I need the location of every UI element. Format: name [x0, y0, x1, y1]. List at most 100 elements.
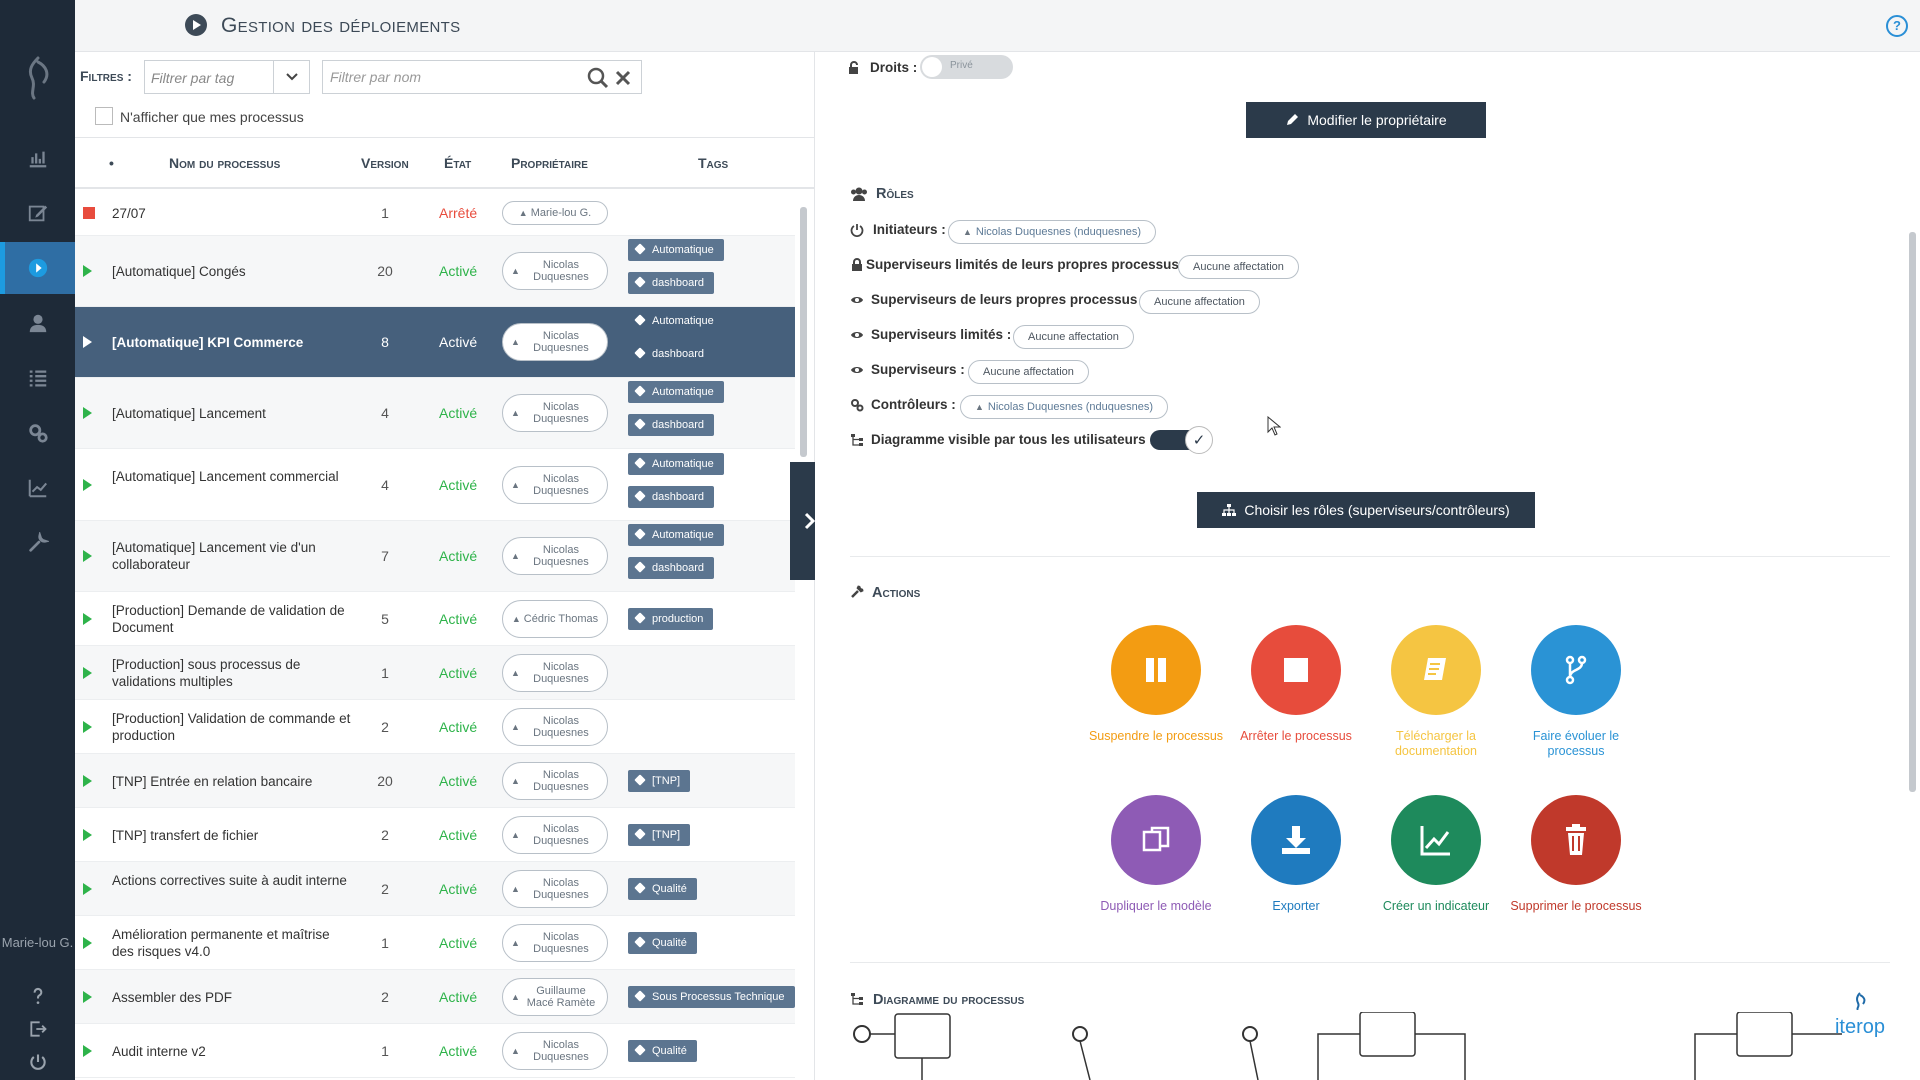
- table-row[interactable]: [Automatique] Lancement commercial 4 Act…: [75, 449, 795, 521]
- owner-pill[interactable]: ▲ Nicolas Duquesnes: [502, 466, 608, 504]
- owner-pill[interactable]: ▲ Guillaume Macé Ramète: [502, 978, 608, 1016]
- tag-badge[interactable]: Automatique: [628, 524, 724, 546]
- choose-roles-button[interactable]: Choisir les rôles (superviseurs/contrôle…: [1197, 492, 1535, 528]
- logout-icon[interactable]: [0, 1013, 75, 1045]
- tag-badge[interactable]: dashboard: [628, 414, 714, 436]
- table-row[interactable]: Actions correctives suite à audit intern…: [75, 862, 795, 916]
- dashboard-icon[interactable]: [0, 132, 75, 184]
- settings-icon[interactable]: [0, 407, 75, 459]
- column-name[interactable]: Nom du processus: [169, 155, 280, 171]
- help-button[interactable]: ?: [1886, 15, 1908, 37]
- role-value-pill[interactable]: Aucune affectation: [968, 360, 1089, 384]
- table-row[interactable]: [Production] Validation de commande et p…: [75, 700, 795, 754]
- table-row-selected[interactable]: [Automatique] KPI Commerce 8 Activé ▲ Nic…: [75, 307, 795, 378]
- chevron-down-icon[interactable]: [273, 61, 309, 93]
- column-owner[interactable]: Propriétaire: [511, 155, 588, 171]
- tag-badge[interactable]: dashboard: [628, 557, 714, 579]
- current-user[interactable]: Marie-lou G.: [0, 934, 75, 951]
- table-row[interactable]: [Automatique] Congés 20 Activé ▲ Nicolas …: [75, 236, 795, 307]
- delete-process-action[interactable]: Supprimer le processus: [1506, 795, 1646, 914]
- edit-icon[interactable]: [0, 187, 75, 239]
- tag-badge[interactable]: dashboard: [628, 486, 714, 508]
- process-diagram[interactable]: [850, 1012, 1890, 1080]
- tag-badge[interactable]: dashboard: [628, 343, 714, 365]
- table-row[interactable]: [Automatique] Lancement 4 Activé ▲ Nicola…: [75, 378, 795, 449]
- table-row[interactable]: Assembler des PDF 2 Activé ▲ Guillaume Ma…: [75, 970, 795, 1024]
- table-row[interactable]: [TNP] transfert de fichier 2 Activé ▲ Nic…: [75, 808, 795, 862]
- owner-pill[interactable]: ▲ Marie-lou G.: [502, 201, 608, 225]
- trash-icon[interactable]: [1531, 795, 1621, 885]
- details-scrollbar[interactable]: [1908, 52, 1917, 1080]
- suspend-process-action[interactable]: Suspendre le processus: [1086, 625, 1226, 744]
- owner-pill[interactable]: ▲ Nicolas Duquesnes: [502, 394, 608, 432]
- table-row[interactable]: Audit interne v2 1 Activé ▲ Nicolas Duque…: [75, 1024, 795, 1078]
- owner-pill[interactable]: ▲ Nicolas Duquesnes: [502, 870, 608, 908]
- download-documentation-action[interactable]: Télécharger la documentation: [1366, 625, 1506, 759]
- tag-badge[interactable]: Qualité: [628, 932, 697, 954]
- user-icon[interactable]: [0, 297, 75, 349]
- column-version[interactable]: Version: [361, 155, 409, 171]
- table-row[interactable]: 27/07 1 Arrêté ▲ Marie-lou G.: [75, 191, 795, 236]
- tag-badge[interactable]: Automatique: [628, 453, 724, 475]
- owner-pill[interactable]: ▲ Nicolas Duquesnes: [502, 252, 608, 290]
- only-mine-checkbox[interactable]: [95, 107, 113, 125]
- table-row[interactable]: [Production] Demande de validation de Do…: [75, 592, 795, 646]
- tag-badge[interactable]: production: [628, 608, 714, 630]
- tag-badge[interactable]: Qualité: [628, 878, 697, 900]
- tag-badge[interactable]: [TNP]: [628, 770, 691, 792]
- tag-badge[interactable]: [TNP]: [628, 824, 691, 846]
- copy-icon[interactable]: [1111, 795, 1201, 885]
- role-value-pill[interactable]: ▲ Nicolas Duquesnes (nduquesnes): [960, 395, 1169, 419]
- search-icon[interactable]: [587, 67, 609, 89]
- tag-badge[interactable]: Automatique: [628, 239, 724, 261]
- pause-icon[interactable]: [1111, 625, 1201, 715]
- power-icon[interactable]: [0, 1046, 75, 1078]
- column-state[interactable]: État: [444, 155, 471, 171]
- owner-pill[interactable]: ▲ Nicolas Duquesnes: [502, 816, 608, 854]
- evolve-process-action[interactable]: Faire évoluer le processus: [1506, 625, 1646, 759]
- table-row[interactable]: [Automatique] Lancement vie d'un collabo…: [75, 521, 795, 592]
- table-row[interactable]: Amélioration permanente et maîtrise des …: [75, 916, 795, 970]
- chart-icon[interactable]: [1391, 795, 1481, 885]
- tag-badge[interactable]: Sous Processus Technique: [628, 986, 795, 1008]
- stop-process-action[interactable]: Arrêter le processus: [1226, 625, 1366, 744]
- download-icon[interactable]: [1251, 795, 1341, 885]
- list-scrollbar-thumb[interactable]: [800, 207, 807, 457]
- role-value-pill[interactable]: Aucune affectation: [1178, 255, 1299, 279]
- book-icon[interactable]: [1391, 625, 1481, 715]
- analytics-icon[interactable]: [0, 462, 75, 514]
- owner-pill[interactable]: ▲ Nicolas Duquesnes: [502, 762, 608, 800]
- tag-badge[interactable]: Automatique: [628, 381, 724, 403]
- close-icon[interactable]: [613, 68, 633, 88]
- branch-icon[interactable]: [1531, 625, 1621, 715]
- duplicate-model-action[interactable]: Dupliquer le modèle: [1086, 795, 1226, 914]
- role-value-pill[interactable]: ▲ Nicolas Duquesnes (nduquesnes): [948, 220, 1157, 244]
- owner-pill[interactable]: ▲ Nicolas Duquesnes: [502, 924, 608, 962]
- owner-pill[interactable]: ▲ Nicolas Duquesnes: [502, 708, 608, 746]
- stop-icon[interactable]: [1251, 625, 1341, 715]
- role-value-pill[interactable]: Aucune affectation: [1139, 290, 1260, 314]
- modify-owner-button[interactable]: Modifier le propriétaire: [1246, 102, 1486, 138]
- details-scrollbar-thumb[interactable]: [1909, 232, 1916, 792]
- owner-pill[interactable]: ▲ Cédric Thomas: [502, 600, 608, 638]
- create-indicator-action[interactable]: Créer un indicateur: [1366, 795, 1506, 914]
- owner-pill[interactable]: ▲ Nicolas Duquesnes: [502, 537, 608, 575]
- diagram-visible-toggle[interactable]: ✓: [1150, 426, 1213, 454]
- wrench-icon[interactable]: [0, 517, 75, 569]
- list-icon[interactable]: [0, 352, 75, 404]
- tag-badge[interactable]: dashboard: [628, 272, 714, 294]
- tag-filter-select[interactable]: Filtrer par tag: [144, 60, 310, 94]
- table-row[interactable]: [Production] sous processus de validatio…: [75, 646, 795, 700]
- table-row[interactable]: [TNP] Entrée en relation bancaire 20 Act…: [75, 754, 795, 808]
- help-icon[interactable]: [0, 980, 75, 1012]
- tag-badge[interactable]: Qualité: [628, 1040, 697, 1062]
- export-action[interactable]: Exporter: [1226, 795, 1366, 914]
- deployments-icon[interactable]: [0, 242, 75, 294]
- owner-pill[interactable]: ▲ Nicolas Duquesnes: [502, 323, 608, 361]
- role-value-pill[interactable]: Aucune affectation: [1013, 325, 1134, 349]
- droits-toggle[interactable]: Privé: [920, 55, 1013, 79]
- owner-pill[interactable]: ▲ Nicolas Duquesnes: [502, 654, 608, 692]
- tag-badge[interactable]: Automatique: [628, 310, 724, 332]
- list-scrollbar[interactable]: [799, 191, 807, 1080]
- owner-pill[interactable]: ▲ Nicolas Duquesnes: [502, 1032, 608, 1070]
